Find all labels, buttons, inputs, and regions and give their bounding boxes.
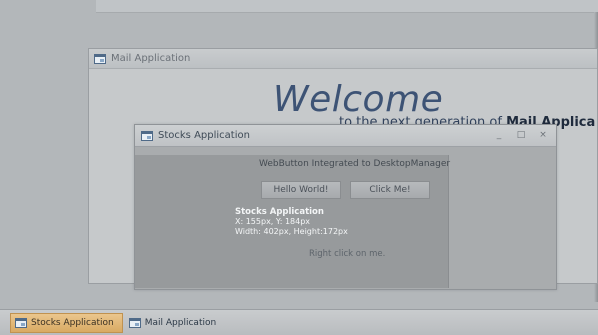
- taskbar-item-label: Mail Application: [144, 317, 217, 328]
- stocks-window-title: Stocks Application: [158, 130, 250, 141]
- desktop-top-strip: [96, 0, 598, 13]
- window-icon: [15, 317, 27, 328]
- info-block: Stocks Application X: 155px, Y: 184px Wi…: [235, 207, 348, 237]
- window-icon: [128, 317, 141, 328]
- right-click-hint: Right click on me.: [309, 249, 386, 259]
- taskbar-item-mail[interactable]: Mail Application: [125, 313, 224, 333]
- taskbar: Stocks Application Mail Application: [0, 309, 598, 335]
- close-button[interactable]: ×: [538, 129, 548, 141]
- info-size: Width: 402px, Height:172px: [235, 227, 348, 236]
- info-title: Stocks Application: [235, 207, 324, 217]
- desktop: Mail Application Welcome to the next gen…: [0, 0, 598, 335]
- minimize-button[interactable]: _: [494, 129, 504, 141]
- stocks-content: WebButton Integrated to DesktopManager H…: [135, 147, 556, 289]
- taskbar-item-stocks[interactable]: Stocks Application: [10, 312, 123, 333]
- window-icon: [141, 130, 153, 141]
- panel-header: WebButton Integrated to DesktopManager: [259, 159, 451, 169]
- mail-window-title: Mail Application: [111, 53, 191, 64]
- window-icon: [94, 53, 106, 64]
- taskbar-item-label: Stocks Application: [31, 317, 114, 328]
- window-controls: _ □ ×: [494, 129, 548, 141]
- welcome-heading: Welcome: [273, 79, 444, 120]
- stocks-window[interactable]: Stocks Application _ □ × WebButton Integ…: [134, 124, 557, 290]
- stocks-panel[interactable]: WebButton Integrated to DesktopManager H…: [135, 155, 451, 288]
- click-me-button[interactable]: Click Me!: [350, 181, 430, 199]
- info-coords: X: 155px, Y: 184px: [235, 217, 311, 226]
- mail-titlebar[interactable]: Mail Application: [89, 49, 597, 69]
- stocks-titlebar[interactable]: Stocks Application _ □ ×: [135, 125, 556, 147]
- maximize-button[interactable]: □: [516, 129, 526, 141]
- hello-world-button[interactable]: Hello World!: [261, 181, 341, 199]
